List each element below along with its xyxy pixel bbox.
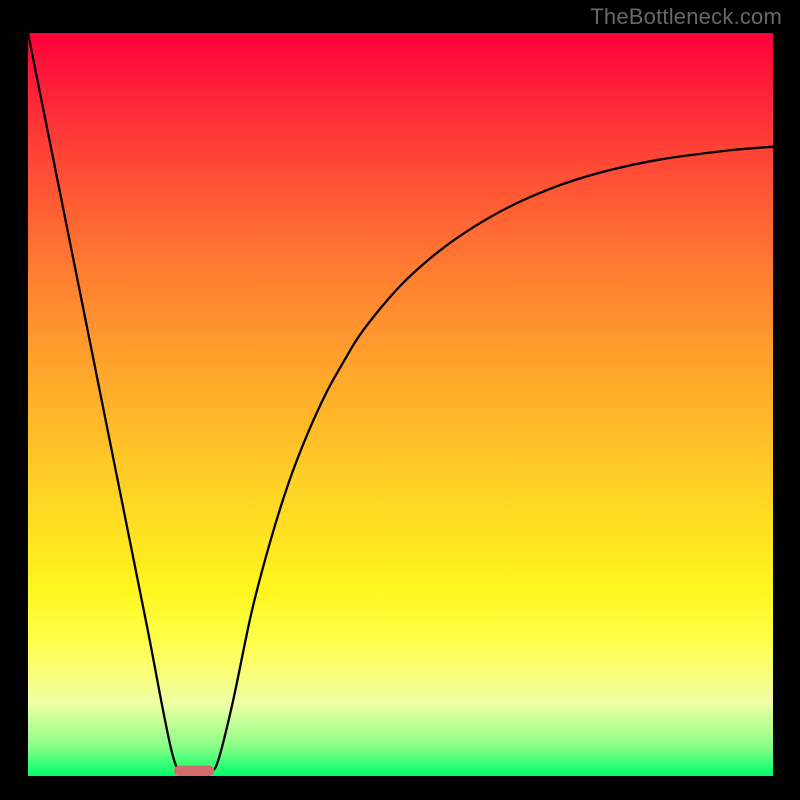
gradient-background <box>28 33 773 776</box>
chart-svg <box>28 33 773 776</box>
outer-frame: TheBottleneck.com <box>0 0 800 800</box>
watermark-text: TheBottleneck.com <box>590 4 782 30</box>
chart-plot-area <box>28 33 773 776</box>
trough-marker <box>174 766 214 776</box>
